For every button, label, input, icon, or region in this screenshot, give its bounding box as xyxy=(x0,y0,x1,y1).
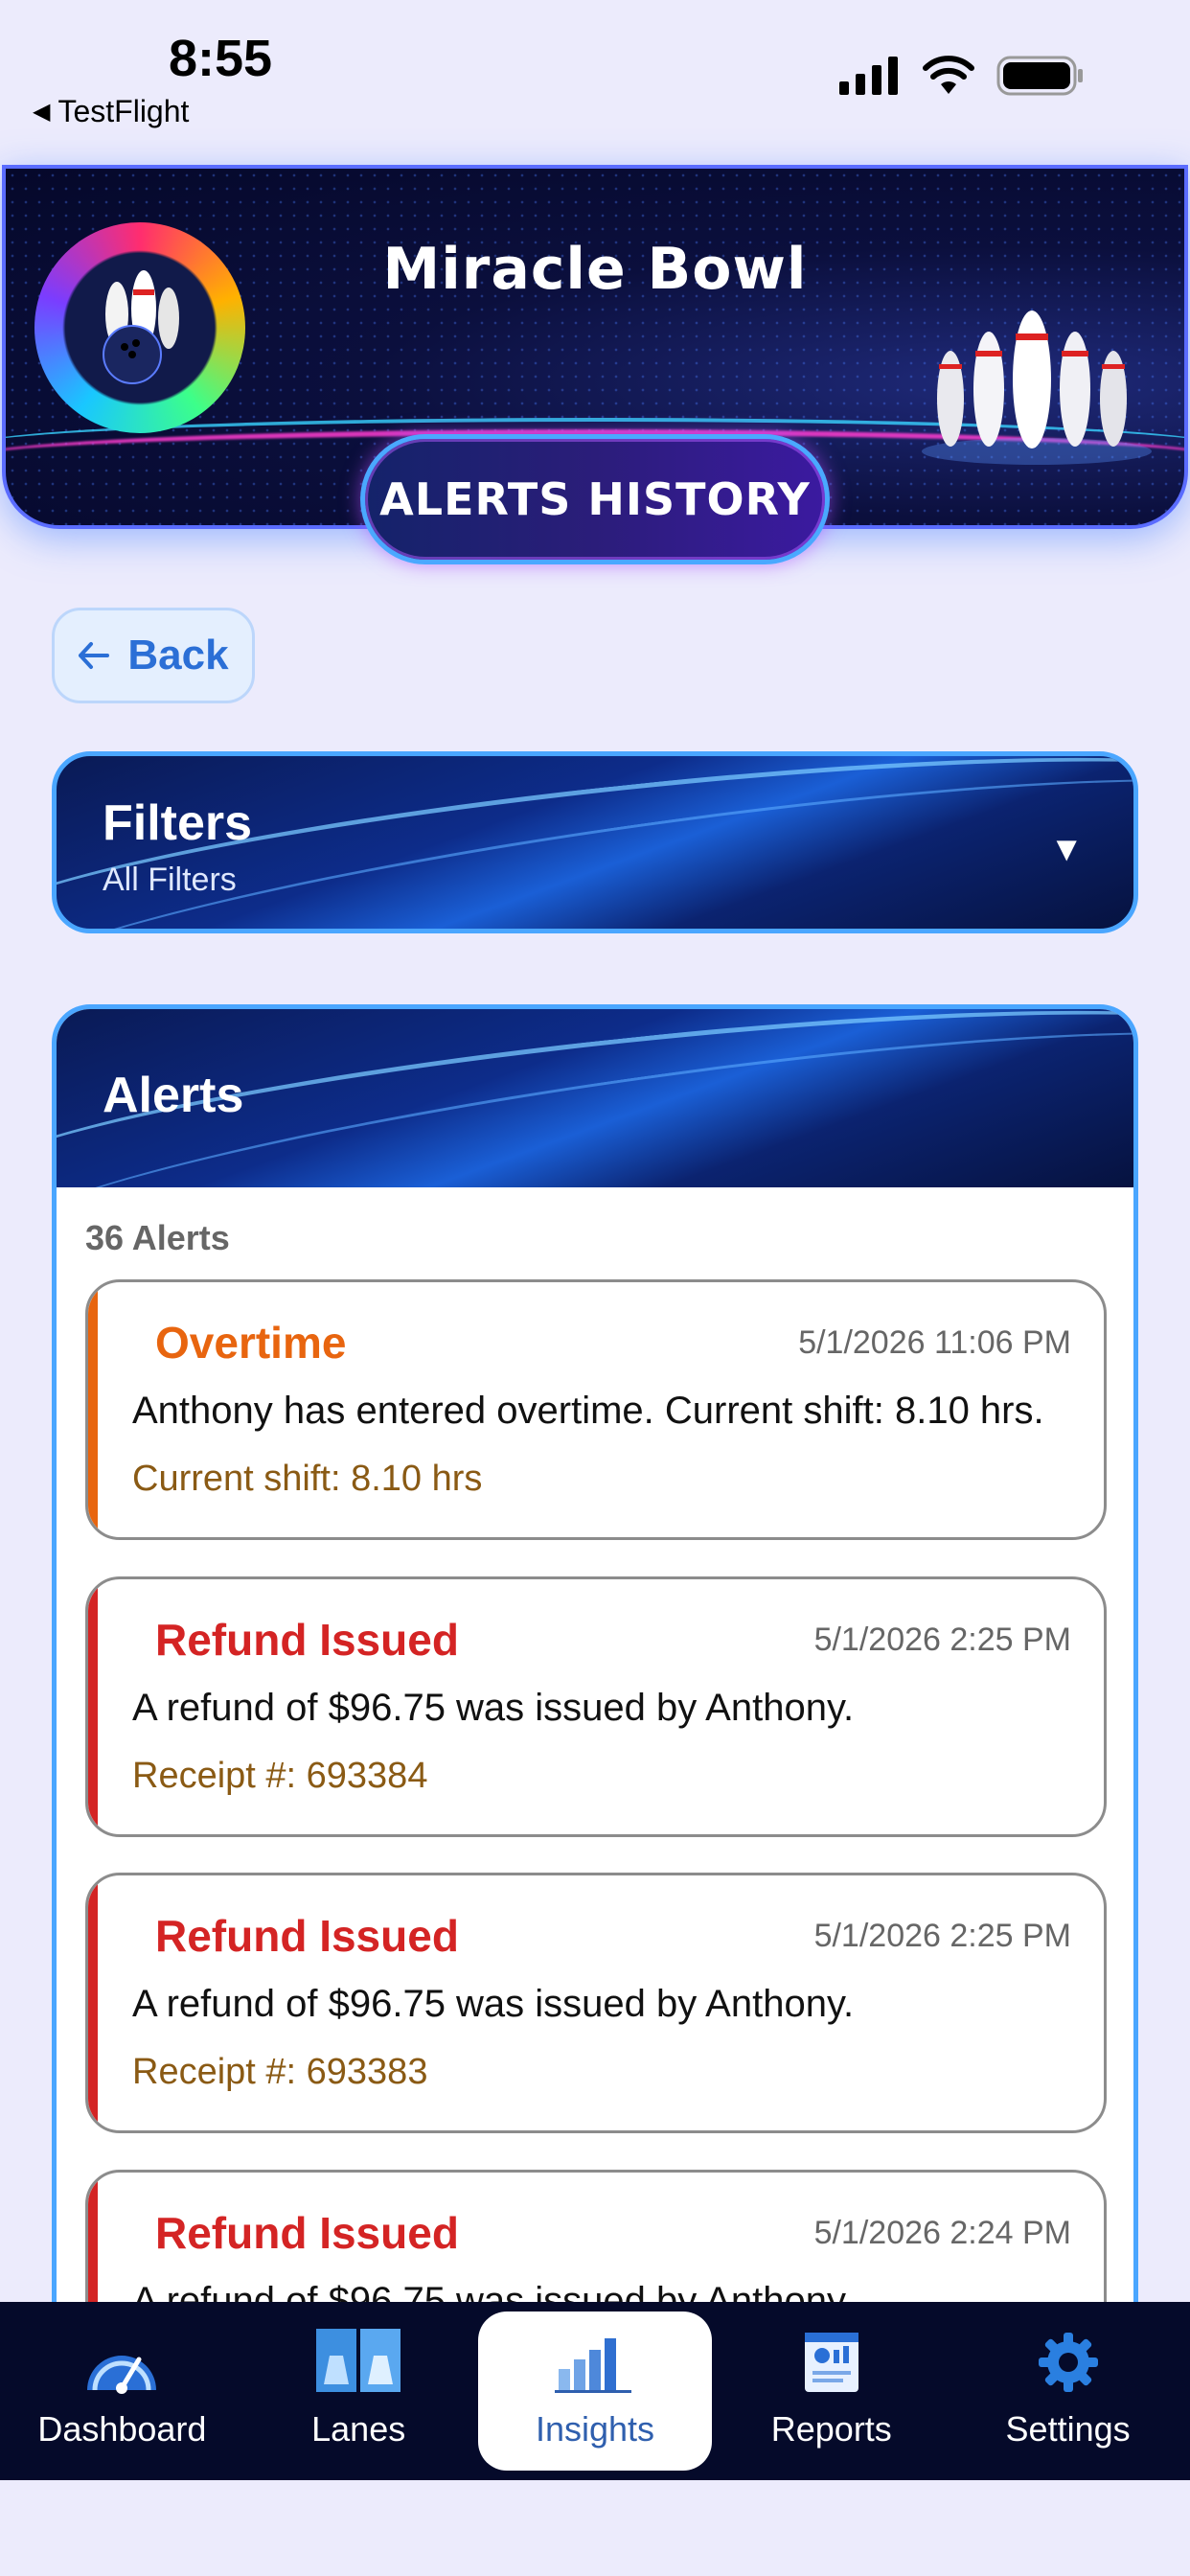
alert-accent-bar xyxy=(88,1282,98,1537)
tab-label: Insights xyxy=(535,2409,655,2449)
report-icon xyxy=(804,2333,858,2392)
tab-label: Reports xyxy=(770,2409,892,2449)
lanes-icon xyxy=(316,2329,401,2392)
alerts-count: 36 Alerts xyxy=(85,1218,230,1257)
filters-title: Filters xyxy=(103,795,253,851)
status-bar: 8:55 ◀ TestFlight xyxy=(0,0,1190,153)
battery-icon xyxy=(996,56,1083,96)
back-triangle-icon: ◀ xyxy=(33,99,51,125)
tab-insights[interactable]: Insights xyxy=(477,2312,712,2471)
bowling-pins-icon xyxy=(922,310,1152,465)
alerts-header: Alerts xyxy=(57,1009,1133,1187)
alert-date: 5/1/2026 11:06 PM xyxy=(798,1324,1071,1361)
alert-type: Refund Issued xyxy=(155,1615,459,1665)
arrow-left-icon xyxy=(79,642,110,669)
tab-label: Settings xyxy=(1005,2409,1131,2449)
back-app-label: TestFlight xyxy=(57,94,190,128)
gear-icon xyxy=(1038,2333,1098,2392)
system-indicators xyxy=(839,56,1085,96)
alert-type: Refund Issued xyxy=(155,1911,459,1961)
alert-message: Anthony has entered overtime. Current sh… xyxy=(132,1390,1044,1432)
bar-chart-icon xyxy=(554,2338,631,2393)
alert-message: A refund of $96.75 was issued by Anthony… xyxy=(132,1687,855,1729)
tab-dashboard[interactable]: Dashboard xyxy=(5,2312,239,2471)
status-time: 8:55 xyxy=(169,30,273,87)
alert-detail: Current shift: 8.10 hrs xyxy=(132,1459,483,1499)
tab-label: Lanes xyxy=(311,2409,406,2449)
alert-card[interactable]: Overtime 5/1/2026 11:06 PM Anthony has e… xyxy=(85,1279,1107,1540)
section-title-pill: ALERTS HISTORY xyxy=(360,434,830,564)
alert-accent-bar xyxy=(88,1579,98,1834)
alert-date: 5/1/2026 2:25 PM xyxy=(813,1622,1071,1658)
filters-dropdown[interactable]: Filters All Filters ▼ xyxy=(52,751,1138,933)
gauge-icon xyxy=(87,2356,157,2394)
wifi-icon xyxy=(923,56,974,94)
alert-detail: Receipt #: 693384 xyxy=(132,1756,428,1796)
alert-message: A refund of $96.75 was issued by Anthony… xyxy=(132,1983,855,2025)
cellular-signal-icon xyxy=(839,57,898,95)
alert-date: 5/1/2026 2:25 PM xyxy=(813,1918,1071,1954)
back-button[interactable]: Back xyxy=(52,608,255,703)
tab-label: Dashboard xyxy=(37,2409,207,2449)
tab-lanes[interactable]: Lanes xyxy=(241,2312,475,2471)
tab-bar: Dashboard Lanes Insights Reports Setting… xyxy=(0,2302,1190,2480)
filters-subtitle: All Filters xyxy=(103,862,237,898)
alerts-title: Alerts xyxy=(103,1068,244,1123)
back-label: Back xyxy=(127,632,229,678)
caret-down-icon: ▼ xyxy=(1049,829,1084,868)
alert-date: 5/1/2026 2:24 PM xyxy=(813,2215,1071,2251)
home-indicator-area xyxy=(0,2480,1190,2576)
alert-card[interactable]: Refund Issued 5/1/2026 2:25 PM A refund … xyxy=(85,1873,1107,2133)
tab-settings[interactable]: Settings xyxy=(951,2312,1185,2471)
alert-type: Overtime xyxy=(155,1318,347,1368)
alert-accent-bar xyxy=(88,1875,98,2130)
alert-card[interactable]: Refund Issued 5/1/2026 2:25 PM A refund … xyxy=(85,1576,1107,1837)
alert-detail: Receipt #: 693383 xyxy=(132,2052,428,2092)
back-to-testflight[interactable]: ◀ TestFlight xyxy=(33,94,189,129)
alert-type: Refund Issued xyxy=(155,2208,459,2258)
tab-reports[interactable]: Reports xyxy=(715,2312,949,2471)
